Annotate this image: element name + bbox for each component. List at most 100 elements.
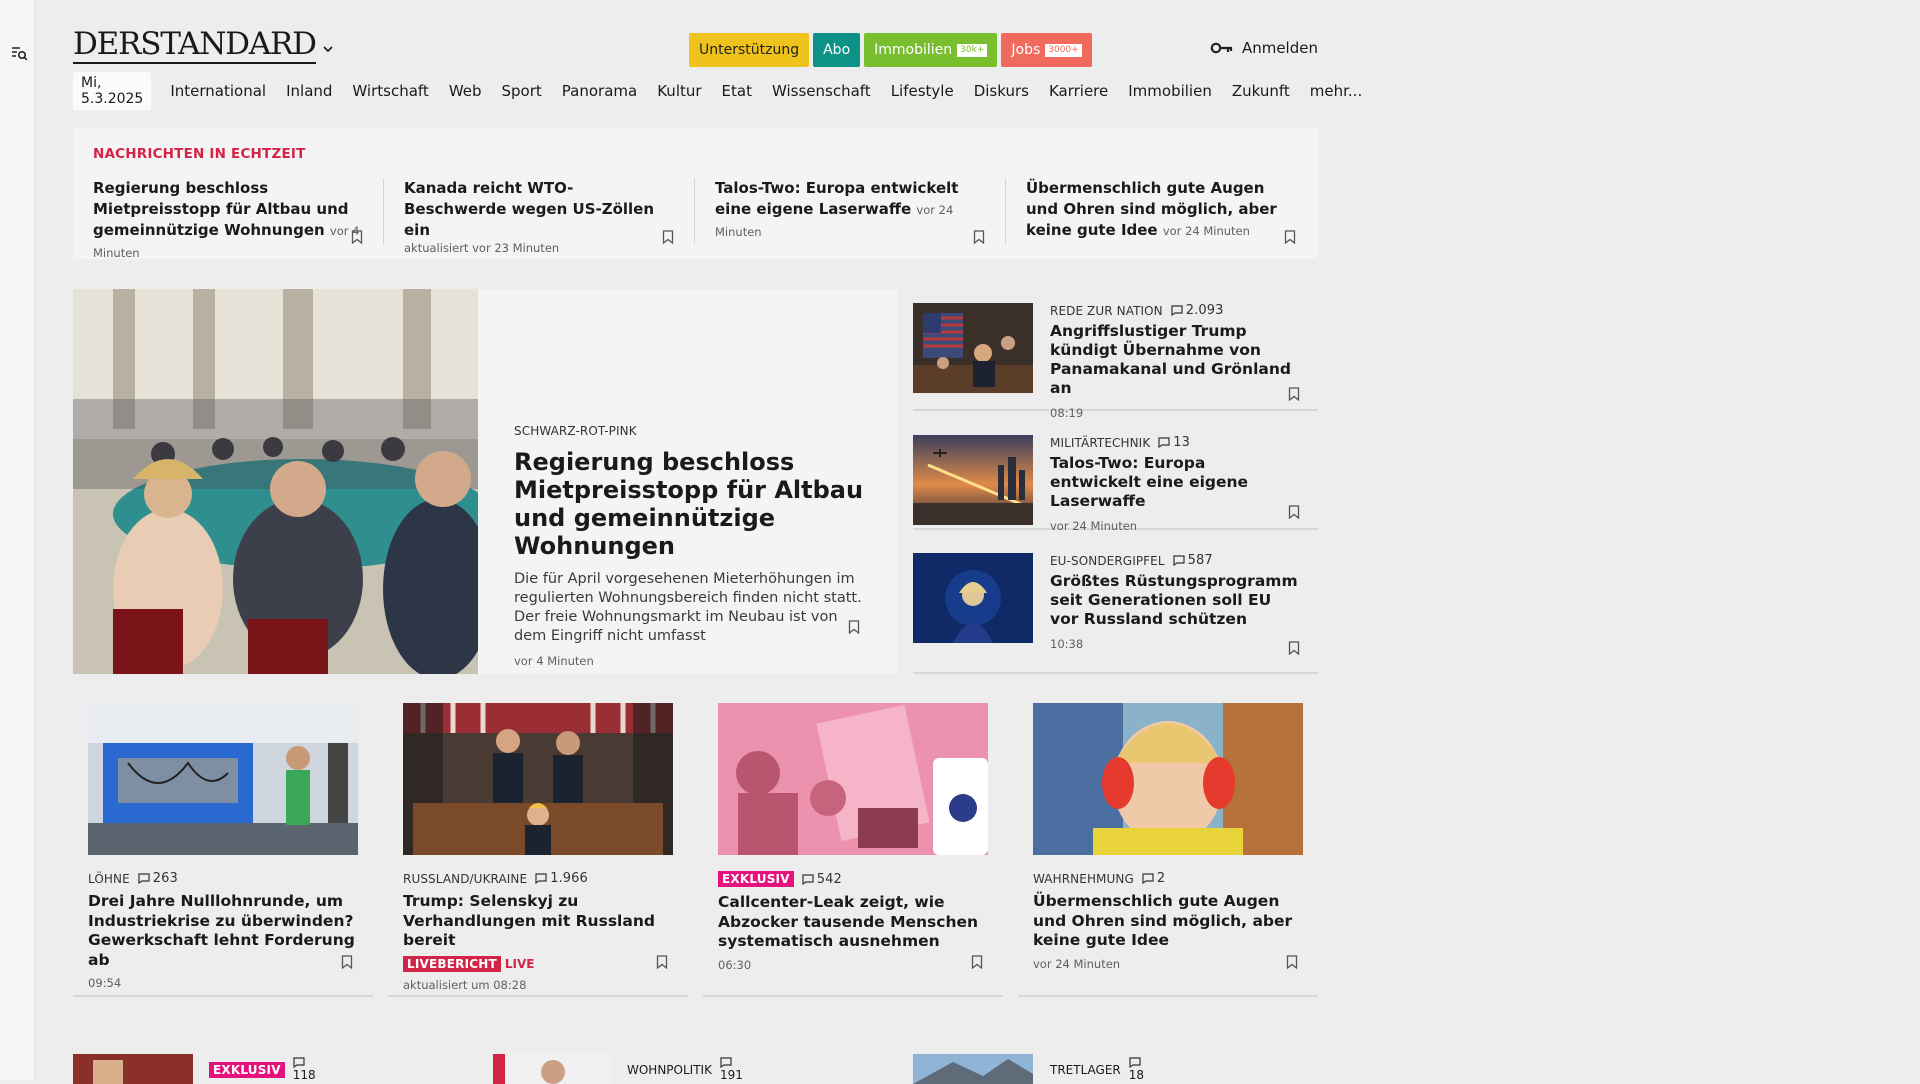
article-card[interactable]: EXKLUSIV 542 Callcenter-Leak zeigt, wie A… <box>703 703 1003 997</box>
live-ticker: NACHRICHTEN IN ECHTZEIT Regierung beschl… <box>73 128 1318 260</box>
comment-count-value: 263 <box>152 871 178 886</box>
card-title[interactable]: Trump: Selenskyj zu Verhandlungen mit Ru… <box>403 892 681 951</box>
teaser-title[interactable]: Größtes Rüstungsprogramm seit Generation… <box>1050 572 1300 629</box>
card-body: EXKLUSIV 542 Callcenter-Leak zeigt, wie A… <box>718 871 996 972</box>
nav-item-kultur[interactable]: Kultur <box>657 82 701 100</box>
comment-count-value: 542 <box>816 871 842 887</box>
comment-count[interactable]: 18 <box>1129 1057 1144 1082</box>
comment-count[interactable]: 2.093 <box>1171 303 1224 318</box>
comment-count[interactable]: 13 <box>1158 435 1190 450</box>
bookmark-icon[interactable] <box>351 230 363 244</box>
comment-icon <box>293 1057 316 1068</box>
ticker-item[interactable]: Übermenschlich gute Augen und Ohren sind… <box>1026 178 1296 244</box>
hero-title[interactable]: Regierung beschloss Mietpreisstopp für A… <box>514 448 874 560</box>
nav-item-diskurs[interactable]: Diskurs <box>974 82 1029 100</box>
abo-button[interactable]: Abo <box>813 33 861 67</box>
side-teaser[interactable]: REDE ZUR NATION 2.093 Angriffslustiger Tr… <box>913 303 1318 420</box>
nav-item-inland[interactable]: Inland <box>286 82 332 100</box>
bookmark-icon[interactable] <box>1288 505 1300 519</box>
teaser-text: EU-SONDERGIPFEL 587 Größtes Rüstungsprogr… <box>1050 553 1300 651</box>
article-card[interactable]: WAHRNEHMUNG 2 Übermenschlich gute Augen u… <box>1018 703 1318 997</box>
nav-item-zukunft[interactable]: Zukunft <box>1232 82 1290 100</box>
teaser-kicker: WOHNPOLITIK <box>627 1062 712 1077</box>
comment-count[interactable]: 118 <box>293 1057 316 1082</box>
chevron-down-icon[interactable] <box>321 42 335 56</box>
ticker-item[interactable]: Talos-Two: Europa entwickelt eine eigene… <box>715 178 985 244</box>
card-time: vor 24 Minuten <box>1033 956 1121 971</box>
side-teaser[interactable]: MILITÄRTECHNIK 13 Talos-Two: Europa entwi… <box>913 423 1318 533</box>
comment-count-value: 2 <box>1156 871 1166 886</box>
header-pills: Unterstützung Abo Immobilien 30k+ Jobs 300… <box>689 33 1092 67</box>
comment-count[interactable]: 542 <box>802 872 842 887</box>
search-menu-icon[interactable] <box>10 44 28 62</box>
bookmark-icon[interactable] <box>1286 955 1298 969</box>
bookmark-icon[interactable] <box>662 230 674 244</box>
article-card[interactable]: LÖHNE 263 Drei Jahre Nulllohnrunde, um In… <box>73 703 373 997</box>
hero-time: vor 4 Minuten <box>514 654 594 668</box>
teaser-kicker: EU-SONDERGIPFEL <box>1050 553 1165 568</box>
card-image[interactable] <box>718 703 988 855</box>
teaser-kicker: TRETLAGER <box>1050 1062 1121 1077</box>
card-title[interactable]: Drei Jahre Nulllohnrunde, um Industriekr… <box>88 892 366 970</box>
side-teaser[interactable]: EU-SONDERGIPFEL 587 Größtes Rüstungsprogr… <box>913 542 1318 674</box>
nav-item-international[interactable]: International <box>170 82 266 100</box>
card-time: aktualisiert um 08:28 <box>403 977 527 992</box>
nav-item-web[interactable]: Web <box>449 82 482 100</box>
teaser-thumbnail[interactable] <box>913 303 1033 393</box>
comment-count-value: 1.966 <box>550 871 588 886</box>
bookmark-icon[interactable] <box>1288 387 1300 401</box>
teaser-text: REDE ZUR NATION 2.093 Angriffslustiger Tr… <box>1050 303 1300 420</box>
teaser-time: 10:38 <box>1050 637 1084 651</box>
bookmark-icon[interactable] <box>973 230 985 244</box>
teaser-title[interactable]: Talos-Two: Europa entwickelt eine eigene… <box>1050 454 1300 511</box>
nav-item-sport[interactable]: Sport <box>502 82 542 100</box>
card-image[interactable] <box>88 703 358 855</box>
teaser-thumbnail[interactable] <box>913 435 1033 525</box>
teaser-thumbnail[interactable] <box>913 553 1033 643</box>
site-logo[interactable]: DERSTANDARD <box>73 28 317 64</box>
nav-item-wirtschaft[interactable]: Wirtschaft <box>352 82 428 100</box>
comment-count[interactable]: 587 <box>1173 553 1213 568</box>
hero-body: SCHWARZ-ROT-PINK Regierung beschloss Mie… <box>514 424 874 668</box>
support-button[interactable]: Unterstützung <box>689 33 810 67</box>
bookmark-icon[interactable] <box>1288 641 1300 655</box>
nav-item-immobilien[interactable]: Immobilien <box>1128 82 1212 100</box>
comment-count[interactable]: 2 <box>1142 871 1165 886</box>
jobs-button[interactable]: Jobs 3000+ <box>1001 33 1092 67</box>
nav-item-etat[interactable]: Etat <box>722 82 752 100</box>
nav-item-wissenschaft[interactable]: Wissenschaft <box>772 82 871 100</box>
comment-count[interactable]: 191 <box>720 1057 743 1082</box>
ticker-item[interactable]: Kanada reicht WTO-Beschwerde wegen US-Zö… <box>404 178 674 255</box>
comment-icon <box>1142 873 1154 884</box>
article-card[interactable]: RUSSLAND/UKRAINE 1.966 Trump: Selenskyj z… <box>388 703 688 997</box>
ticker-time: aktualisiert vor 23 Minuten <box>404 241 560 255</box>
nav-item-panorama[interactable]: Panorama <box>562 82 637 100</box>
hero-article[interactable]: SCHWARZ-ROT-PINK Regierung beschloss Mie… <box>73 289 898 674</box>
bookmark-icon[interactable] <box>1284 230 1296 244</box>
bookmark-icon[interactable] <box>971 955 983 969</box>
card-image[interactable] <box>1033 703 1303 855</box>
bookmark-icon[interactable] <box>656 955 668 969</box>
card-title[interactable]: Übermenschlich gute Augen und Ohren sind… <box>1033 892 1311 951</box>
immobilien-button[interactable]: Immobilien 30k+ <box>864 33 998 67</box>
card-image[interactable] <box>403 703 673 855</box>
hero-image[interactable] <box>73 289 478 674</box>
nav-item-mehr[interactable]: mehr... <box>1310 82 1362 100</box>
immobilien-label: Immobilien <box>874 42 953 58</box>
ticker-time: vor 24 Minuten <box>1162 224 1250 238</box>
comment-count[interactable]: 1.966 <box>535 871 588 886</box>
card-title[interactable]: Callcenter-Leak zeigt, wie Abzocker taus… <box>718 893 996 952</box>
bookmark-icon[interactable] <box>848 620 860 634</box>
teaser-title[interactable]: Angriffslustiger Trump kündigt Übernahme… <box>1050 322 1300 398</box>
comment-icon <box>1158 437 1170 448</box>
ticker-item[interactable]: Regierung beschloss Mietpreisstopp für A… <box>93 178 363 260</box>
nav-item-karriere[interactable]: Karriere <box>1049 82 1108 100</box>
teaser-kicker-row: WOHNPOLITIK 191 <box>627 1057 743 1082</box>
comment-count-value: 13 <box>1173 435 1191 450</box>
bookmark-icon[interactable] <box>341 955 353 969</box>
nav-item-lifestyle[interactable]: Lifestyle <box>891 82 954 100</box>
login-button[interactable]: Anmelden <box>1210 39 1318 57</box>
jobs-count-tag: 3000+ <box>1045 43 1082 57</box>
comment-count[interactable]: 263 <box>138 871 178 886</box>
liveticker-badge: LIVEBERICHT <box>403 955 501 972</box>
